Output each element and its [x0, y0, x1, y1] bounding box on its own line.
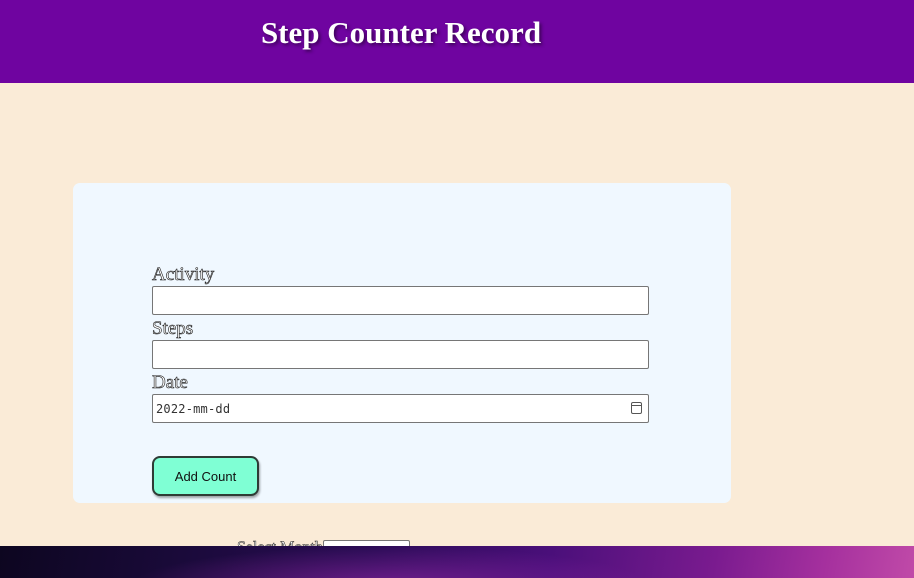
step-form-card: Activity Steps Date 2022-mm-dd Add Count [73, 183, 731, 503]
date-input-text: 2022-mm-dd [156, 402, 231, 416]
date-label: Date [152, 372, 188, 393]
header-bar: Step Counter Record [0, 0, 914, 83]
desktop-dock [0, 546, 914, 578]
activity-input[interactable] [152, 286, 649, 315]
steps-input[interactable] [152, 340, 649, 369]
dock-wallpaper [130, 546, 650, 578]
date-input[interactable]: 2022-mm-dd [152, 394, 649, 423]
steps-label: Steps [152, 318, 194, 339]
add-count-button[interactable]: Add Count [152, 456, 259, 496]
page: Step Counter Record Activity Steps Date … [0, 0, 914, 578]
activity-label: Activity [152, 264, 215, 285]
calendar-icon[interactable] [631, 402, 642, 414]
page-title: Step Counter Record [260, 15, 542, 50]
